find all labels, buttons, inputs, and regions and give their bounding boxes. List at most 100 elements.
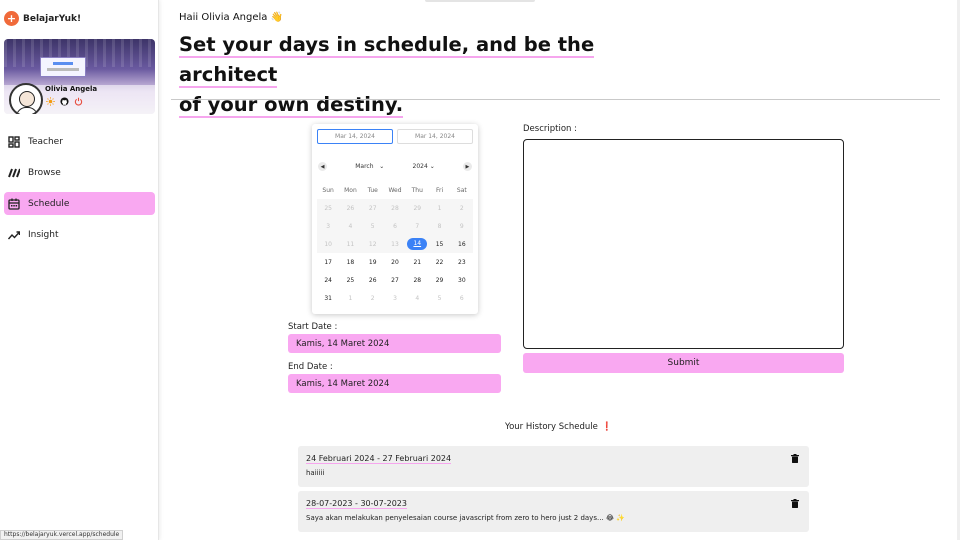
history-item-range: 28-07-2023 - 30-07-2023	[306, 499, 407, 509]
calendar-day[interactable]: 24	[317, 277, 339, 284]
end-date-field[interactable]: Kamis, 14 Maret 2024	[288, 374, 501, 393]
trash-icon[interactable]	[791, 454, 799, 463]
sidebar-item-insight[interactable]: Insight	[4, 223, 155, 246]
sun-icon[interactable]	[46, 97, 55, 106]
calendar-day[interactable]: 30	[451, 277, 473, 284]
calendar-day[interactable]: 26	[362, 277, 384, 284]
calendar-day: 5	[370, 222, 375, 230]
calendar-day: 27	[368, 204, 377, 212]
picker-controls: ◀ March ⌄ 2024 ⌄ ▶	[318, 162, 472, 171]
brand[interactable]: + BelajarYuk!	[4, 11, 81, 26]
power-icon[interactable]	[74, 97, 83, 106]
sidebar-item-label: Schedule	[28, 198, 70, 209]
calendar-day[interactable]: 22	[428, 259, 450, 266]
sidebar-item-schedule[interactable]: Schedule	[4, 192, 155, 215]
calendar-day[interactable]: 27	[384, 277, 406, 284]
header-divider	[171, 99, 940, 100]
calendar-day[interactable]: 17	[317, 259, 339, 266]
avatar-face	[19, 91, 35, 107]
greeting: Haii Olivia Angela 👋	[179, 12, 284, 23]
description-label: Description :	[523, 124, 577, 134]
end-date-label: End Date :	[288, 362, 333, 372]
calendar-icon	[8, 198, 20, 210]
grid-icon	[8, 135, 20, 148]
page-headline: Set your days in schedule, and be the ar…	[179, 30, 659, 120]
next-month-icon[interactable]: ▶	[462, 162, 472, 171]
calendar-day[interactable]: 18	[339, 259, 361, 266]
calendar-day[interactable]: 15	[428, 241, 450, 248]
sidebar-item-label: Teacher	[28, 136, 63, 147]
history-item-note: haiiiii	[306, 469, 325, 477]
calendar-grid: Sun Mon Tue Wed Thu Fri Sat 25 26 27 28 29 1 2 3 4 5 6 7 8 9…	[317, 181, 473, 307]
calendar-day[interactable]: 23	[451, 259, 473, 266]
weekday-label: Wed	[388, 186, 402, 194]
calendar-day[interactable]: 21	[406, 259, 428, 266]
sidebar-nav: Teacher Browse Schedule Insight	[4, 130, 155, 254]
picker-start-input[interactable]: Mar 14, 2024	[317, 129, 393, 144]
history-item-range: 24 Februari 2024 - 27 Februari 2024	[306, 454, 452, 464]
weekday-label: Sun	[322, 186, 334, 194]
calendar-day: 12	[368, 240, 377, 248]
profile-actions	[46, 97, 83, 106]
month-select-value: March	[355, 163, 374, 170]
week-row: 31 1 2 3 4 5 6	[317, 289, 473, 307]
brand-logo-icon: +	[4, 11, 19, 26]
prev-month-icon[interactable]: ◀	[318, 162, 327, 171]
calendar-day[interactable]: 31	[317, 295, 339, 302]
calendar-day: 9	[459, 222, 464, 230]
calendar-day[interactable]: 19	[362, 259, 384, 266]
stripes-icon	[8, 167, 20, 179]
weekday-label: Tue	[367, 186, 378, 194]
calendar-day: 28	[391, 204, 399, 212]
profile-card: Olivia Angela	[4, 39, 155, 114]
sidebar-item-browse[interactable]: Browse	[4, 161, 155, 184]
description-textarea[interactable]	[523, 139, 844, 349]
history-title-text: Your History Schedule	[505, 422, 598, 432]
calendar-day: 25	[324, 204, 332, 212]
calendar-day: 7	[415, 222, 420, 230]
profile-banner-screen	[40, 57, 86, 77]
sidebar-item-label: Browse	[28, 167, 61, 178]
month-select[interactable]: March ⌄	[355, 163, 384, 170]
calendar-day: 1	[348, 294, 353, 302]
status-bar-url: https://belajaryuk.vercel.app/schedule	[0, 530, 124, 540]
week-row: 17 18 19 20 21 22 23	[317, 253, 473, 271]
calendar-day: 2	[459, 204, 464, 212]
calendar-day: 26	[346, 204, 355, 212]
calendar-day[interactable]: 29	[428, 277, 450, 284]
github-icon[interactable]	[60, 97, 69, 106]
history-item: 28-07-2023 - 30-07-2023 Saya akan melaku…	[298, 491, 809, 532]
weekday-row: Sun Mon Tue Wed Thu Fri Sat	[317, 181, 473, 199]
picker-end-input[interactable]: Mar 14, 2024	[397, 129, 473, 144]
calendar-day[interactable]: 20	[384, 259, 406, 266]
weekday-label: Thu	[411, 186, 423, 194]
calendar-day: 10	[324, 240, 332, 248]
headline-line-2: of your own destiny.	[179, 93, 404, 118]
calendar-day: 6	[459, 294, 464, 302]
start-date-field[interactable]: Kamis, 14 Maret 2024	[288, 334, 501, 353]
calendar-day[interactable]: 28	[406, 277, 428, 284]
profile-name: Olivia Angela	[45, 85, 98, 93]
calendar-day[interactable]: 16	[451, 241, 473, 248]
sidebar-item-teacher[interactable]: Teacher	[4, 130, 155, 153]
sidebar: + BelajarYuk! Olivia Angela Teacher Brow…	[0, 0, 159, 540]
calendar-day: 6	[393, 222, 397, 230]
calendar-day: 13	[391, 240, 399, 248]
browser-top-tab	[425, 0, 535, 2]
week-row: 24 25 26 27 28 29 30	[317, 271, 473, 289]
calendar-day-number: 14	[407, 238, 428, 250]
calendar-day: 5	[437, 294, 442, 302]
year-select[interactable]: 2024 ⌄	[413, 163, 435, 170]
week-row: 25 26 27 28 29 1 2	[317, 199, 473, 217]
calendar-day: 29	[413, 204, 422, 212]
headline-line-1: Set your days in schedule, and be the ar…	[179, 33, 595, 88]
weekday-label: Fri	[435, 186, 444, 194]
trash-icon[interactable]	[791, 499, 799, 508]
submit-button[interactable]: Submit	[523, 353, 844, 373]
trend-icon	[8, 229, 20, 241]
calendar-day[interactable]: 25	[339, 277, 361, 284]
year-select-value: 2024	[412, 163, 428, 170]
calendar-day-selected[interactable]: 14	[406, 238, 428, 250]
sidebar-item-label: Insight	[28, 229, 59, 240]
avatar	[9, 83, 43, 114]
